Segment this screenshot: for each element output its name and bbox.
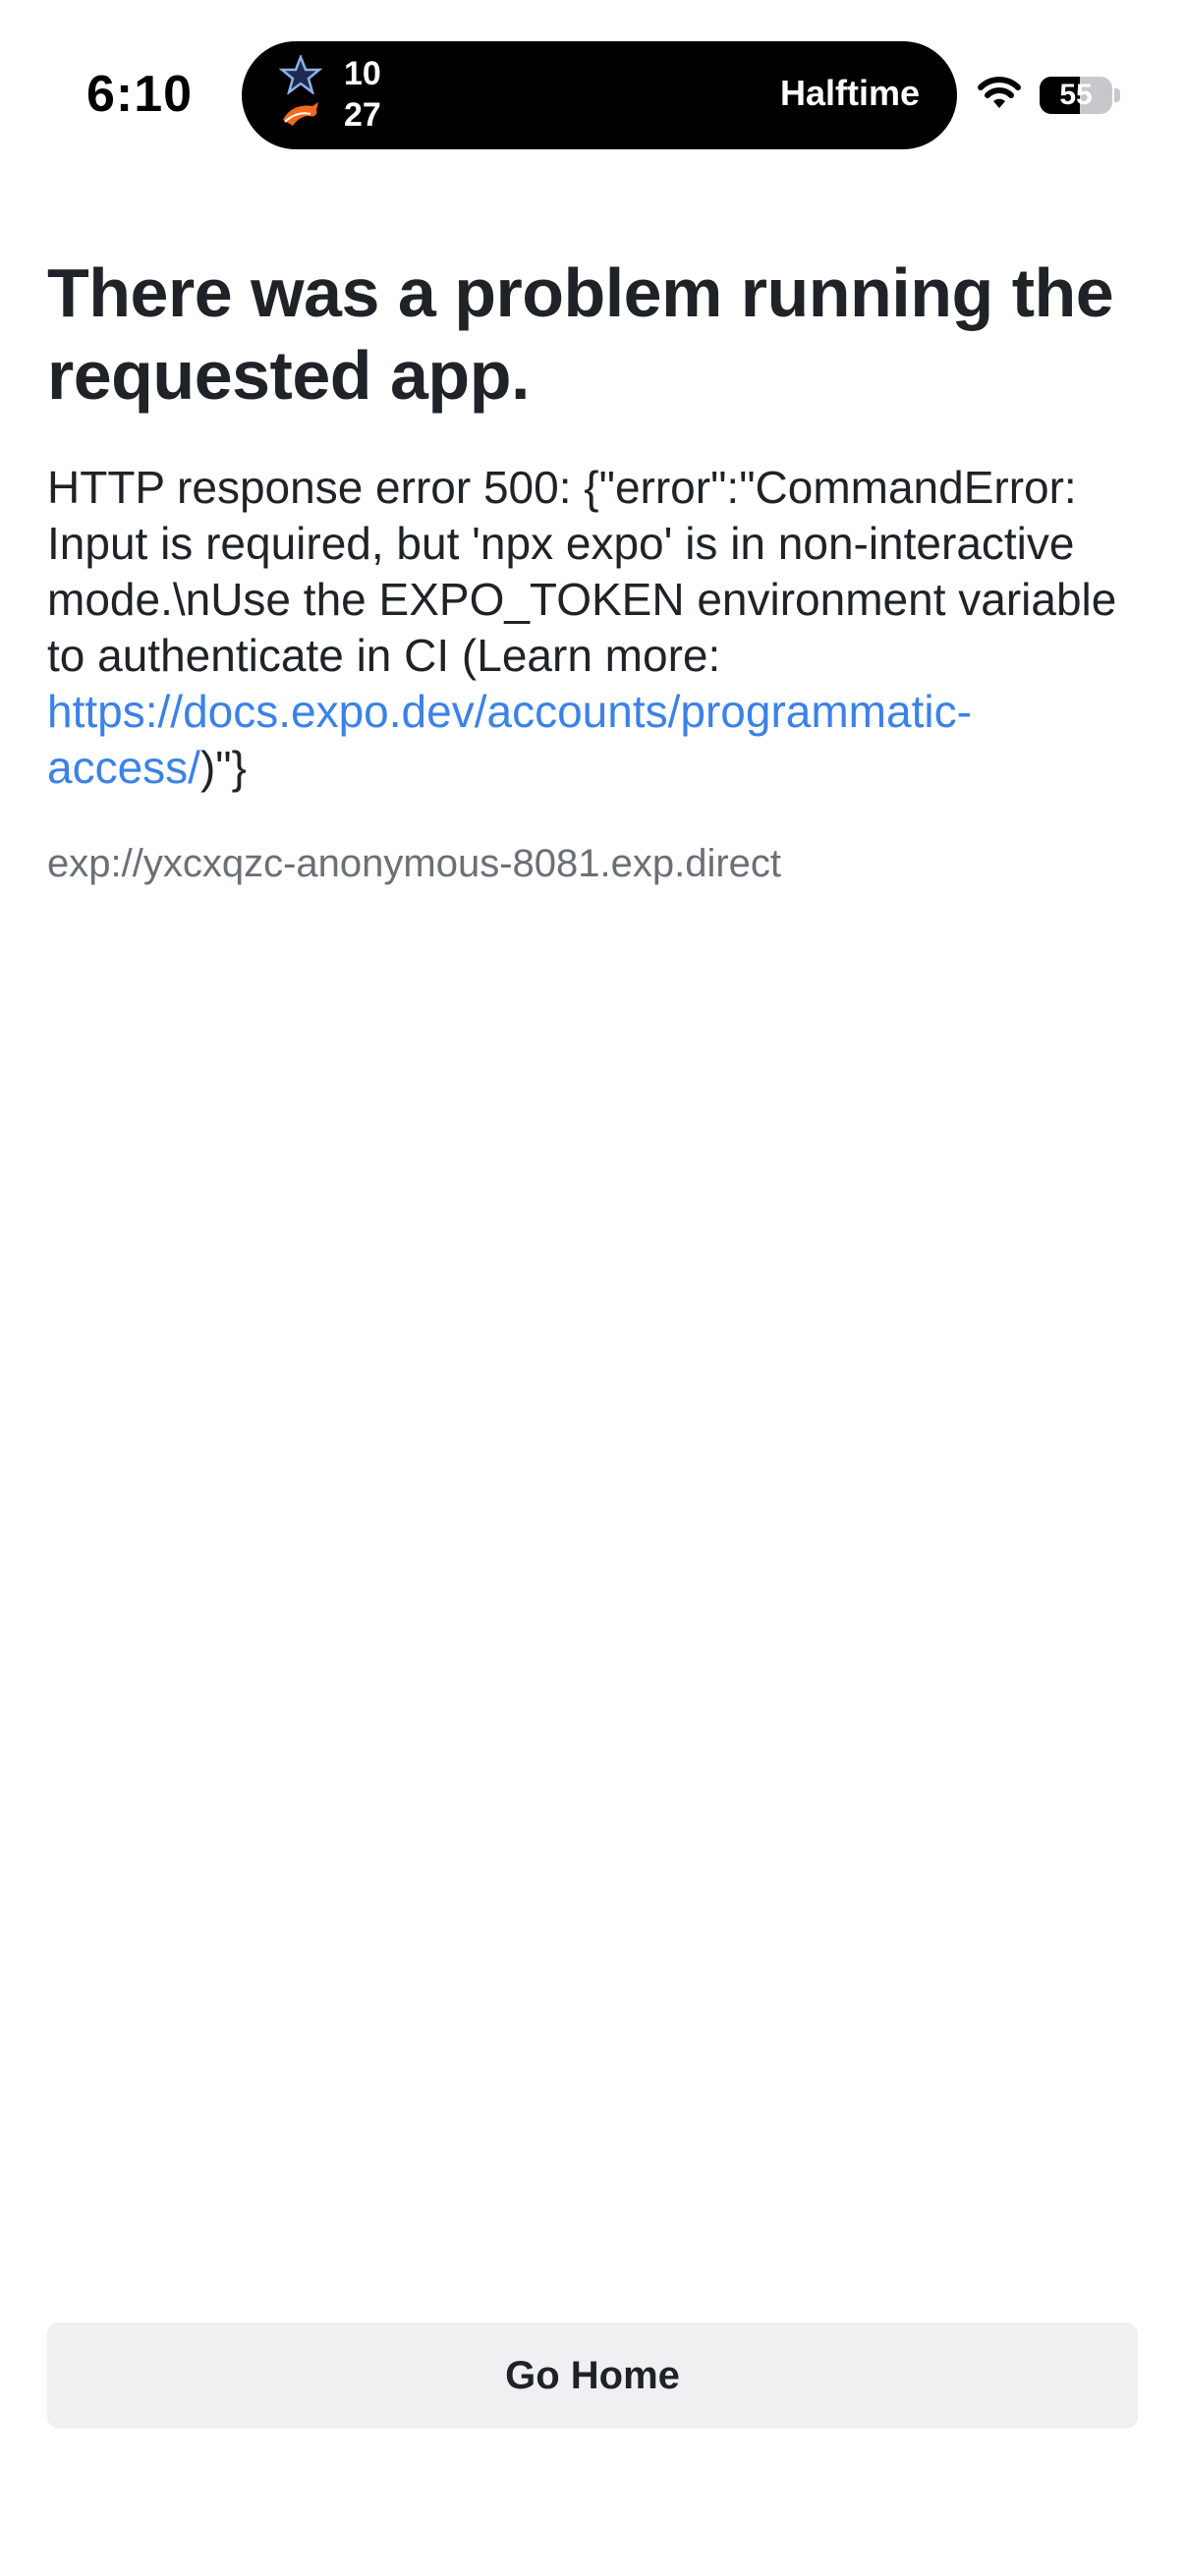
error-title: There was a problem running the requeste… bbox=[47, 254, 1114, 414]
app-url: exp://yxcxqzc-anonymous-8081.exp.direct bbox=[47, 842, 782, 885]
battery-icon: 55 bbox=[1040, 77, 1112, 114]
score-top: 10 bbox=[344, 55, 381, 92]
game-status: Halftime bbox=[779, 73, 920, 113]
battery-level: 55 bbox=[1059, 79, 1093, 111]
status-time: 6:10 bbox=[86, 66, 194, 123]
score-bottom: 27 bbox=[344, 96, 381, 134]
screen: 6:10 10 27 Halftime 55 There was a probl… bbox=[0, 0, 1185, 2576]
error-message: HTTP response error 500: {"error":"Comma… bbox=[47, 460, 1138, 796]
live-activity-score[interactable]: 10 27 Halftime bbox=[242, 41, 957, 149]
error-content: There was a problem running the requeste… bbox=[47, 252, 1138, 888]
wifi-icon bbox=[978, 77, 1021, 108]
horse-icon bbox=[283, 102, 318, 126]
error-message-suffix: )"} bbox=[199, 742, 247, 793]
battery-cap bbox=[1114, 88, 1120, 102]
error-message-prefix: HTTP response error 500: {"error":"Comma… bbox=[47, 462, 1117, 681]
star-icon bbox=[279, 55, 322, 94]
status-bar: 6:10 10 27 Halftime 55 bbox=[0, 0, 1185, 187]
docs-link[interactable]: https://docs.expo.dev/accounts/programma… bbox=[47, 686, 972, 793]
go-home-button[interactable]: Go Home bbox=[47, 2323, 1138, 2429]
